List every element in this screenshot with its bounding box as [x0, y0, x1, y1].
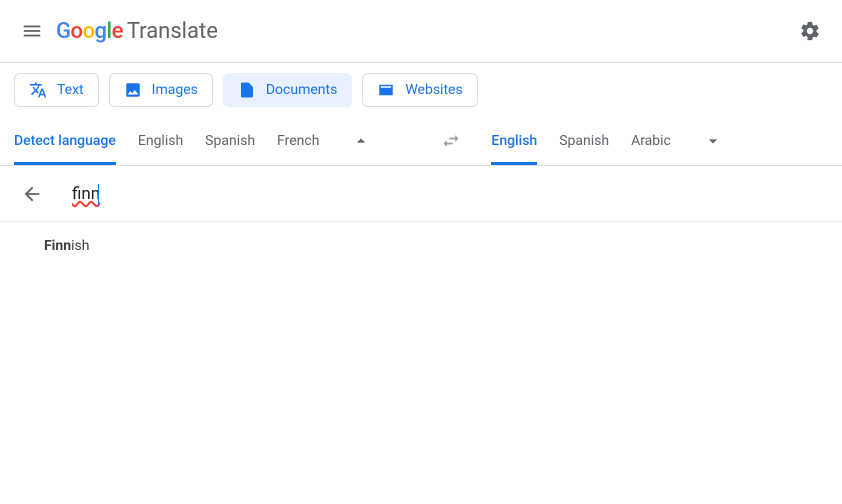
- translate-text-icon: [29, 81, 47, 99]
- source-lang-expand-button[interactable]: [341, 121, 381, 161]
- back-button[interactable]: [16, 178, 48, 210]
- gear-icon: [799, 20, 821, 42]
- arrow-back-icon: [21, 183, 43, 205]
- language-search-value: finn: [72, 184, 100, 204]
- language-search-row: finn: [0, 166, 842, 222]
- tab-documents[interactable]: Documents: [223, 73, 352, 107]
- language-suggestion-item[interactable]: Finnish: [0, 222, 842, 270]
- swap-languages-button[interactable]: [431, 121, 471, 161]
- main-menu-button[interactable]: [12, 11, 52, 51]
- source-language-list: Detect language English Spanish French: [14, 117, 381, 165]
- tab-documents-label: Documents: [266, 82, 337, 98]
- input-type-tabs: Text Images Documents Websites: [0, 63, 842, 117]
- language-search-input[interactable]: finn: [72, 184, 99, 204]
- suggestion-rest-part: ish: [71, 238, 89, 254]
- suggestion-match-part: Finn: [44, 238, 71, 254]
- logo[interactable]: Google Translate: [56, 19, 218, 44]
- text-cursor: [98, 184, 99, 204]
- app-header: Google Translate: [0, 0, 842, 63]
- target-lang-3[interactable]: Arabic: [631, 117, 671, 165]
- app-name: Translate: [127, 19, 218, 44]
- source-lang-3[interactable]: French: [277, 117, 319, 165]
- google-logo-text: Google: [56, 19, 123, 44]
- language-bar: Detect language English Spanish French E…: [0, 117, 842, 165]
- document-icon: [238, 81, 256, 99]
- source-lang-2[interactable]: Spanish: [205, 117, 255, 165]
- tab-text-label: Text: [57, 82, 84, 98]
- tab-text[interactable]: Text: [14, 73, 99, 107]
- tab-images-label: Images: [152, 82, 198, 98]
- settings-button[interactable]: [790, 11, 830, 51]
- chevron-down-icon: [703, 131, 723, 151]
- tab-websites-label: Websites: [405, 82, 462, 98]
- website-icon: [377, 81, 395, 99]
- language-search-panel: finn Finnish: [0, 166, 842, 270]
- target-lang-1[interactable]: English: [491, 117, 537, 165]
- swap-horizontal-icon: [441, 131, 461, 151]
- tab-images[interactable]: Images: [109, 73, 213, 107]
- tab-websites[interactable]: Websites: [362, 73, 477, 107]
- target-language-list: English Spanish Arabic: [491, 117, 732, 165]
- hamburger-icon: [21, 20, 43, 42]
- source-lang-detect[interactable]: Detect language: [14, 117, 116, 165]
- chevron-up-icon: [351, 131, 371, 151]
- target-lang-expand-button[interactable]: [693, 121, 733, 161]
- image-icon: [124, 81, 142, 99]
- target-lang-2[interactable]: Spanish: [559, 117, 609, 165]
- source-lang-1[interactable]: English: [138, 117, 183, 165]
